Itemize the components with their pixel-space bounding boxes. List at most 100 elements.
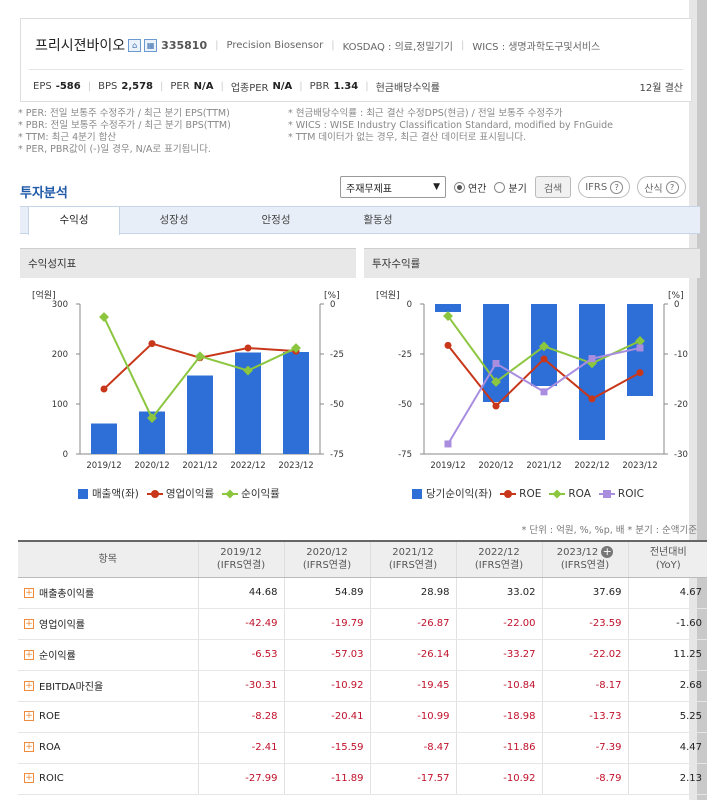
table-cell: 37.69 (541, 577, 628, 609)
ifrs-label: IFRS (585, 181, 608, 193)
table-cell: -8.17 (541, 670, 628, 702)
question-icon: ? (610, 180, 624, 194)
expand-row-icon[interactable]: + (24, 773, 34, 784)
point[interactable] (540, 355, 548, 363)
formula-help-button[interactable]: 산식 ? (637, 176, 686, 198)
expand-row-icon[interactable]: + (24, 742, 34, 753)
bar[interactable] (187, 375, 213, 455)
point[interactable] (492, 402, 500, 410)
metric-value-industry-per: N/A (272, 81, 293, 92)
table-cell: -10.92 (283, 670, 370, 702)
building-icon[interactable]: ▦ (144, 38, 158, 52)
note-line: * PER: 전일 보통주 수정주가 / 최근 분기 EPS(TTM) (18, 108, 230, 119)
company-header: 프리시젼바이오 ⌂ ▦ 335810 | Precision Biosensor… (20, 18, 692, 102)
tab-activity[interactable]: 활동성 (332, 207, 424, 234)
point[interactable] (540, 388, 548, 396)
legend-item[interactable]: ROE (500, 488, 541, 500)
expand-row-icon[interactable]: + (24, 587, 34, 598)
bar[interactable] (435, 304, 461, 312)
expand-columns-icon[interactable]: + (601, 546, 614, 559)
analysis-controls: 주재무제표 ▼ 연간 분기 검색 IFRS ? 산식 ? (340, 176, 686, 198)
x-tick-label: 2022/12 (230, 461, 265, 470)
right-tick-label: -10 (674, 350, 688, 360)
tab-stability[interactable]: 안정성 (230, 207, 322, 234)
point[interactable] (636, 369, 644, 377)
tab-profitability[interactable]: 수익성 (28, 207, 120, 235)
table-cell: 4.47 (627, 732, 707, 764)
legend-item[interactable]: 영업이익률 (146, 486, 214, 501)
home-icon[interactable]: ⌂ (128, 38, 142, 52)
row-label-cell[interactable]: + 순이익률 (18, 639, 198, 671)
column-header-sublabel: (IFRS연결) (388, 560, 438, 572)
table-row: + ROE -8.28 -20.41 -10.99 -18.98 -13.73 5.25 (18, 701, 707, 733)
expand-row-icon[interactable]: + (24, 649, 34, 660)
row-label-cell[interactable]: + ROIC (18, 763, 198, 795)
company-info-row: 프리시젼바이오 ⌂ ▦ 335810 | Precision Biosensor… (35, 35, 600, 55)
legend-item[interactable]: 순이익률 (222, 486, 280, 501)
metric-value-per: N/A (193, 81, 214, 92)
radio-annual[interactable]: 연간 (454, 180, 486, 195)
stock-code: 335810 (161, 38, 208, 52)
tab-growth[interactable]: 성장성 (128, 207, 220, 234)
table-cell: -26.87 (369, 608, 456, 640)
expand-row-icon[interactable]: + (24, 618, 34, 629)
divider: | (220, 81, 224, 92)
metric-label-dividend-yield: 현금배당수익률 (375, 83, 440, 94)
table-cell: -2.41 (197, 732, 284, 764)
bar[interactable] (483, 304, 509, 402)
point[interactable] (492, 359, 500, 367)
x-tick-label: 2021/12 (182, 461, 217, 470)
row-label-cell[interactable]: + EBITDA마진율 (18, 670, 198, 702)
column-header-label: 2019/12 (220, 547, 262, 559)
column-header-sublabel: (YoY) (655, 560, 681, 572)
legend-item[interactable]: ROA (549, 488, 591, 500)
ifrs-help-button[interactable]: IFRS ? (578, 176, 631, 198)
metric-value-pbr: 1.34 (333, 81, 359, 92)
legend-item[interactable]: 당기순이익(좌) (412, 486, 492, 501)
legend-item[interactable]: 매출액(좌) (78, 486, 139, 501)
table-cell: -23.59 (541, 608, 628, 640)
legend-label: ROIC (617, 487, 644, 500)
bar[interactable] (579, 304, 605, 440)
expand-row-icon[interactable]: + (24, 680, 34, 691)
divider: | (299, 81, 303, 92)
point[interactable] (100, 385, 108, 393)
right-tick-label: 0 (674, 300, 679, 310)
point[interactable] (636, 344, 644, 352)
metric-label-industry-per: 업종PER (230, 83, 269, 94)
column-header-label: 2020/12 (306, 547, 348, 559)
legend-swatch (78, 488, 88, 499)
table-cell: -6.53 (197, 639, 284, 671)
expand-row-icon[interactable]: + (24, 711, 34, 722)
column-header: 2020/12 (IFRS연결) (283, 540, 370, 578)
divider: | (365, 81, 369, 92)
row-label-cell[interactable]: + 매출총이익률 (18, 577, 198, 609)
statement-type-select[interactable]: 주재무제표 ▼ (340, 176, 446, 198)
column-header-label: 전년대비 (649, 547, 687, 559)
point[interactable] (444, 341, 452, 349)
row-label: 영업이익률 (39, 620, 85, 631)
section-title: 투자분석 (20, 186, 68, 201)
metric-label-pbr: PBR (309, 81, 330, 92)
row-label-cell[interactable]: + 영업이익률 (18, 608, 198, 640)
radio-quarter[interactable]: 분기 (494, 180, 527, 195)
divider: | (160, 81, 164, 92)
point[interactable] (244, 344, 252, 352)
point[interactable] (444, 440, 452, 448)
market-info: KOSDAQ : 의료,정밀기기 (342, 41, 453, 53)
row-label-cell[interactable]: + ROE (18, 701, 198, 733)
bar[interactable] (91, 423, 117, 455)
point[interactable] (99, 312, 109, 323)
row-label-cell[interactable]: + ROA (18, 732, 198, 764)
point[interactable] (588, 395, 596, 403)
table-row: + 영업이익률 -42.49 -19.79 -26.87 -22.00 -23.59 -1.6… (18, 608, 707, 640)
search-button[interactable]: 검색 (534, 176, 572, 198)
point[interactable] (588, 355, 596, 363)
bar[interactable] (283, 352, 309, 454)
table-cell: 28.98 (369, 577, 456, 609)
point[interactable] (148, 340, 156, 348)
legend-swatch (500, 489, 517, 499)
column-header-sublabel: (IFRS연결) (302, 560, 352, 572)
table-cell: -19.79 (283, 608, 370, 640)
legend-item[interactable]: ROIC (598, 487, 644, 500)
